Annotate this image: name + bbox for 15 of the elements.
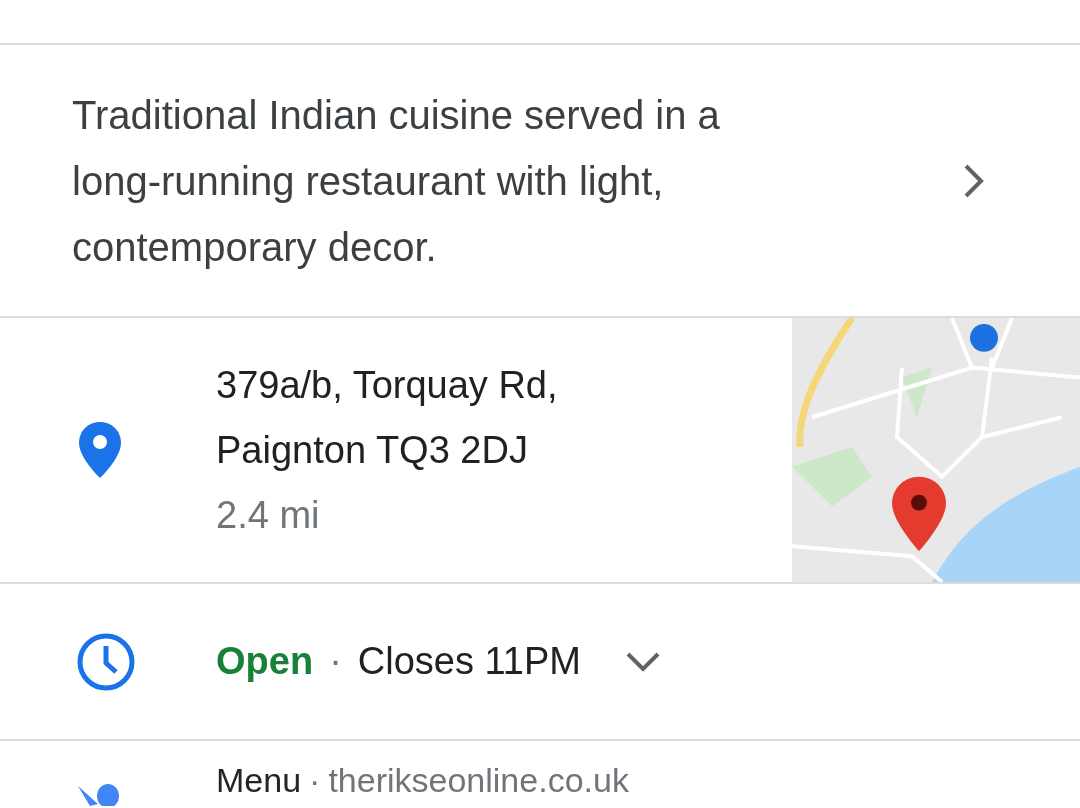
open-status: Open — [216, 639, 314, 684]
clock-icon — [76, 632, 136, 692]
chevron-right-icon[interactable] — [962, 162, 986, 199]
separator-dot: · — [329, 639, 342, 684]
location-pin-icon — [76, 420, 124, 480]
separator-dot: · — [309, 760, 321, 801]
distance-text: 2.4 mi — [216, 492, 321, 538]
chevron-down-icon[interactable] — [624, 650, 661, 673]
address-line: Paignton TQ3 2DJ — [216, 427, 529, 473]
closing-time: Closes 11PM — [357, 639, 581, 684]
address-line: 379a/b, Torquay Rd, — [216, 362, 559, 408]
cutlery-icon — [76, 784, 120, 806]
website-link[interactable]: therikseonline.co.uk — [328, 755, 629, 806]
description-text: Traditional Indian cuisine served in a long-running restaurant with light, contemporary decor. — [72, 91, 721, 271]
menu-label: Menu — [216, 760, 302, 801]
